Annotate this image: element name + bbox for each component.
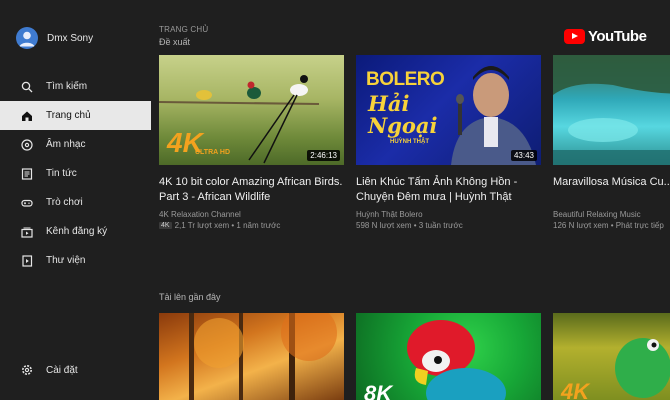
sidebar-item-label: Âm nhạc xyxy=(46,139,86,150)
video-card[interactable]: BOLERO Hải Ngoại HUỲNH THẬT 43:43 Liên K… xyxy=(356,55,541,230)
sidebar-item-label: Trò chơi xyxy=(46,197,83,208)
sidebar-item-home[interactable]: Trang chủ xyxy=(0,101,151,130)
avatar xyxy=(16,27,38,49)
search-icon xyxy=(21,81,33,93)
section-title-recommended: Đề xuất xyxy=(159,37,191,47)
thumbnail-haingoai-text: Hải Ngoại xyxy=(368,91,438,138)
thumbnail-4k-text: 4K xyxy=(561,379,590,400)
video-duration: 2:46:13 xyxy=(307,150,340,161)
section-label: TRANG CHỦ xyxy=(159,25,209,34)
video-views-age: 126 N lượt xem • Phát trực tiếp xyxy=(553,221,664,230)
quality-badge: 4K xyxy=(159,222,172,229)
account-name: Dmx Sony xyxy=(47,32,94,44)
thumbnail-bolero-text: BOLERO xyxy=(366,69,445,90)
thumbnail-ultrahd-text: ULTRA HD xyxy=(195,149,230,156)
video-thumbnail[interactable]: 8K xyxy=(356,313,541,400)
video-meta: 126 N lượt xem • Phát trực tiếp xyxy=(553,221,670,230)
video-title[interactable]: Maravillosa Música Cu... Calmar la Mente… xyxy=(553,175,670,205)
video-duration: 43:43 xyxy=(510,150,537,161)
video-views-age: 598 N lượt xem • 3 tuần trước xyxy=(356,221,463,230)
thumbnail-8k-text: 8K xyxy=(364,381,393,400)
account-switcher[interactable]: Dmx Sony xyxy=(16,27,93,49)
library-icon xyxy=(21,254,33,267)
video-card[interactable]: 4K ULTRA HD 2:46:13 4K 10 bit color Amaz… xyxy=(159,55,344,230)
home-icon xyxy=(21,110,33,122)
thumbnail-artist-text: HUỲNH THẬT xyxy=(390,139,429,145)
sidebar-item-label: Thư viện xyxy=(46,255,86,266)
video-thumbnail[interactable]: BOLERO Hải Ngoại HUỲNH THẬT 43:43 xyxy=(356,55,541,165)
sidebar-item-gaming[interactable]: Trò chơi xyxy=(0,188,151,217)
sidebar-item-label: Tìm kiếm xyxy=(46,81,88,92)
youtube-wordmark: YouTube xyxy=(588,28,647,45)
sidebar-item-music[interactable]: Âm nhạc xyxy=(0,130,151,159)
sidebar-item-subscriptions[interactable]: Kênh đăng ký xyxy=(0,217,151,246)
youtube-play-icon xyxy=(564,29,585,44)
youtube-logo: YouTube xyxy=(564,28,647,45)
gamepad-icon xyxy=(21,197,33,209)
sidebar-item-label: Cài đặt xyxy=(46,364,78,376)
video-channel[interactable]: Beautiful Relaxing Music xyxy=(553,210,670,219)
video-channel[interactable]: 4K Relaxation Channel xyxy=(159,210,344,219)
sidebar-nav: Tìm kiếm Trang chủ Âm nhạc Tin tức Trò c… xyxy=(0,72,151,275)
video-thumbnail[interactable] xyxy=(159,313,344,400)
video-title[interactable]: 4K 10 bit color Amazing African Birds. P… xyxy=(159,175,344,205)
video-meta: 598 N lượt xem • 3 tuần trước xyxy=(356,221,541,230)
autumn-forest-artwork xyxy=(189,313,337,400)
video-channel[interactable]: Huỳnh Thật Bolero xyxy=(356,210,541,219)
main-content: TRANG CHỦ Đề xuất YouTube 4K ULTRA HD 2:… xyxy=(151,0,670,400)
sidebar: Dmx Sony Tìm kiếm Trang chủ Âm nhạc Tin … xyxy=(0,0,151,400)
sidebar-item-news[interactable]: Tin tức xyxy=(0,159,151,188)
sidebar-item-search[interactable]: Tìm kiếm xyxy=(0,72,151,101)
section-title-recent-uploads: Tải lên gần đây xyxy=(159,292,221,302)
sidebar-item-library[interactable]: Thư viện xyxy=(0,246,151,275)
sidebar-item-label: Kênh đăng ký xyxy=(46,226,108,237)
video-title[interactable]: Liên Khúc Tấm Ảnh Không Hồn - Chuyện Đêm… xyxy=(356,175,541,205)
news-icon xyxy=(21,167,33,180)
recommended-row: 4K ULTRA HD 2:46:13 4K 10 bit color Amaz… xyxy=(159,55,670,230)
sidebar-item-settings[interactable]: Cài đặt xyxy=(0,356,151,384)
gear-icon xyxy=(21,364,33,376)
user-icon xyxy=(19,31,35,47)
video-card[interactable] xyxy=(159,313,344,400)
video-thumbnail[interactable] xyxy=(553,55,670,165)
video-thumbnail[interactable]: 4K xyxy=(553,313,670,400)
sidebar-item-label: Tin tức xyxy=(46,168,77,179)
video-meta: 4K 2,1 Tr lượt xem • 1 năm trước xyxy=(159,221,344,230)
video-views-age: 2,1 Tr lượt xem • 1 năm trước xyxy=(174,221,281,230)
video-card[interactable]: 4K xyxy=(553,313,670,400)
subscriptions-icon xyxy=(21,226,33,238)
music-disc-icon xyxy=(21,138,33,151)
recent-uploads-row: 8K 4K xyxy=(159,313,670,400)
lake-artwork xyxy=(553,55,670,165)
video-thumbnail[interactable]: 4K ULTRA HD 2:46:13 xyxy=(159,55,344,165)
sidebar-item-label: Trang chủ xyxy=(46,110,91,121)
video-card[interactable]: Maravillosa Música Cu... Calmar la Mente… xyxy=(553,55,670,230)
video-card[interactable]: 8K xyxy=(356,313,541,400)
